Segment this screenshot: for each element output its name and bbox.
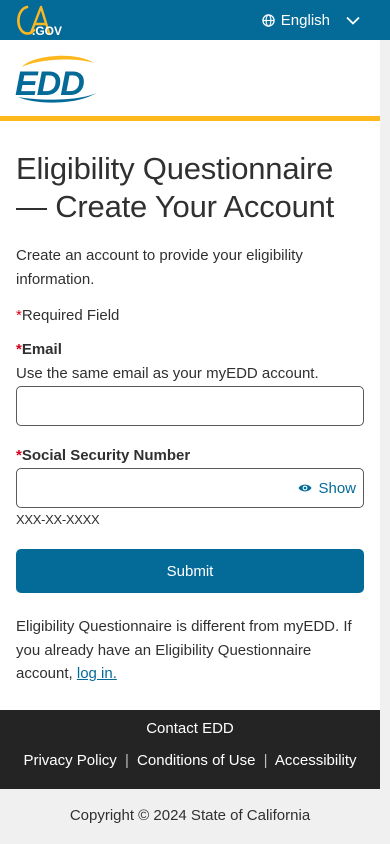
- site-header: EDD: [0, 40, 380, 116]
- header-accent-rule: [0, 116, 380, 121]
- ca-gov-logo[interactable]: .GOV: [14, 3, 64, 38]
- submit-button[interactable]: Submit: [16, 549, 364, 593]
- page-title: Eligibility Questionnaire — Create Your …: [16, 151, 335, 224]
- required-field-note: *Required Field: [16, 306, 364, 326]
- login-link[interactable]: log in.: [77, 665, 117, 682]
- eye-icon: [298, 484, 312, 492]
- email-field-group: *Email Use the same email as your myEDD …: [16, 340, 364, 426]
- contact-edd-link[interactable]: Contact EDD: [146, 720, 234, 737]
- copyright-text: Copyright © 2024 State of California: [69, 807, 311, 824]
- login-note: Eligibility Questionnaire is different f…: [16, 615, 364, 686]
- show-ssn-label: Show: [318, 479, 356, 497]
- language-selector[interactable]: English: [262, 0, 360, 40]
- intro-text: Create an account to provide your eligib…: [16, 247, 303, 288]
- email-input[interactable]: [16, 386, 364, 426]
- scroll-gutter: [380, 40, 390, 844]
- link-separator: |: [124, 752, 129, 769]
- ca-gov-logo-icon: .GOV: [17, 5, 62, 38]
- language-label: English: [280, 11, 330, 29]
- footer-links: Privacy Policy | Conditions of Use | Acc…: [0, 752, 380, 769]
- accessibility-link[interactable]: Accessibility: [275, 752, 357, 769]
- show-ssn-button[interactable]: Show: [298, 468, 356, 508]
- main-content: Eligibility Questionnaire — Create Your …: [16, 150, 364, 686]
- top-bar: .GOV English: [0, 0, 390, 40]
- required-field-label: Required Field: [21, 307, 120, 324]
- ssn-label-text: Social Security Number: [21, 447, 191, 464]
- ssn-input-wrapper: Show: [16, 468, 364, 508]
- edd-logo-icon: EDD: [15, 55, 96, 103]
- ssn-format-hint: XXX-XX-XXXX: [16, 512, 100, 527]
- globe-icon: [262, 13, 275, 27]
- email-label: *Email: [16, 341, 62, 358]
- ssn-label: *Social Security Number: [16, 447, 190, 464]
- site-footer: Contact EDD Privacy Policy | Conditions …: [0, 710, 380, 789]
- email-label-text: Email: [21, 341, 62, 358]
- copyright-bar: Copyright © 2024 State of California: [0, 789, 390, 844]
- svg-text:.GOV: .GOV: [32, 24, 62, 37]
- chevron-down-icon: [346, 16, 360, 25]
- email-hint: Use the same email as your myEDD account…: [16, 365, 319, 382]
- login-note-text: Eligibility Questionnaire is different f…: [16, 618, 352, 682]
- edd-logo[interactable]: EDD: [14, 53, 98, 103]
- svg-text:EDD: EDD: [15, 65, 84, 103]
- privacy-policy-link[interactable]: Privacy Policy: [23, 752, 116, 769]
- link-separator: |: [263, 752, 268, 769]
- conditions-of-use-link[interactable]: Conditions of Use: [137, 752, 255, 769]
- ssn-field-group: *Social Security Number Show XXX-XX-XXXX: [16, 446, 364, 527]
